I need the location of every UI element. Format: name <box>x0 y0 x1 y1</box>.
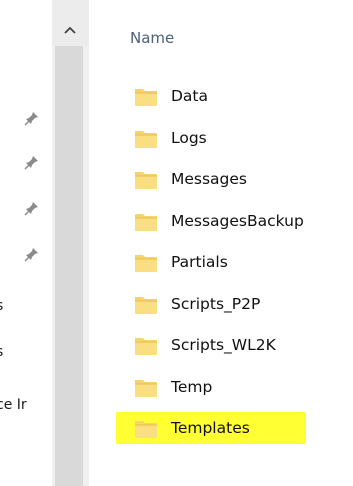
folder-name: Logs <box>171 129 207 147</box>
folder-icon <box>133 169 159 191</box>
folder-name: Messages <box>171 170 248 188</box>
vertical-scrollbar[interactable] <box>52 0 89 486</box>
nav-item-label[interactable]: s <box>0 297 3 315</box>
folder-icon <box>133 335 159 357</box>
file-explorer-window: s s ce Ir Name Data Logs Messages MessagesB… <box>0 0 353 486</box>
scrollbar-thumb[interactable] <box>55 46 83 486</box>
folder-name: MessagesBackup <box>171 212 304 230</box>
pin-icon[interactable] <box>24 110 40 126</box>
folder-row[interactable]: Scripts_WL2K <box>116 329 306 361</box>
folder-icon <box>133 252 159 274</box>
folder-row[interactable]: Temp <box>116 371 306 403</box>
chevron-up-icon <box>64 26 76 34</box>
pin-icon[interactable] <box>24 154 40 170</box>
folder-name: Scripts_WL2K <box>171 336 276 354</box>
folder-icon <box>133 294 159 316</box>
scroll-up-button[interactable] <box>52 0 89 46</box>
folder-row[interactable]: Logs <box>116 122 306 154</box>
folder-icon <box>133 418 159 440</box>
nav-item-label[interactable]: s <box>0 343 3 361</box>
column-header-name[interactable]: Name <box>130 28 174 48</box>
folder-row[interactable]: Templates <box>116 412 306 444</box>
pin-icon[interactable] <box>24 246 40 262</box>
folder-row[interactable]: Scripts_P2P <box>116 288 306 320</box>
folder-name: Partials <box>171 253 228 271</box>
folder-icon <box>133 86 159 108</box>
folder-row[interactable]: Data <box>116 80 306 112</box>
folder-row[interactable]: Partials <box>116 246 306 278</box>
folder-row[interactable]: Messages <box>116 163 306 195</box>
nav-item-label[interactable]: ce Ir <box>0 396 27 414</box>
pin-icon[interactable] <box>24 200 40 216</box>
folder-row[interactable]: MessagesBackup <box>116 205 306 237</box>
folder-icon <box>133 211 159 233</box>
navigation-pane: s s ce Ir <box>0 0 52 486</box>
folder-name: Templates <box>171 419 250 437</box>
folder-name: Temp <box>171 378 213 396</box>
folder-icon <box>133 128 159 150</box>
folder-name: Scripts_P2P <box>171 295 261 313</box>
folder-icon <box>133 377 159 399</box>
folder-name: Data <box>171 87 209 105</box>
